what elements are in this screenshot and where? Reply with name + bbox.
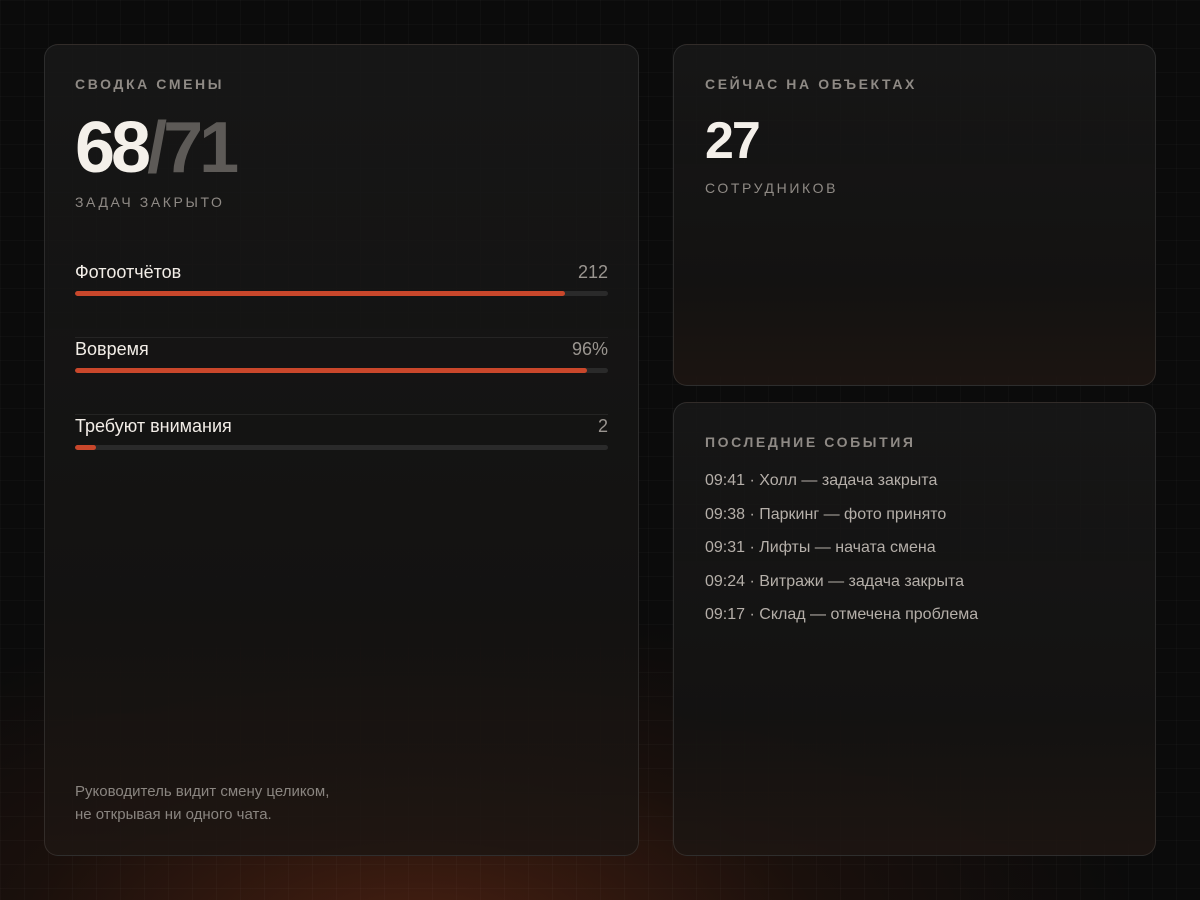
progress-fill [75,445,97,450]
shift-summary-title: СВОДКА СМЕНЫ [75,76,225,92]
tasks-separator: / [147,108,167,188]
onsite-staff-card: СЕЙЧАС НА ОБЪЕКТАХ 27 СОТРУДНИКОВ [673,44,1156,386]
tasks-done-value: 68 [75,108,151,188]
onsite-caption: СОТРУДНИКОВ [705,180,839,196]
progress-fill [75,368,587,373]
onsite-title: СЕЙЧАС НА ОБЪЕКТАХ [705,76,917,92]
events-title: ПОСЛЕДНИЕ СОБЫТИЯ [705,434,916,450]
recent-events-card: ПОСЛЕДНИЕ СОБЫТИЯ 09:41 · Холл — задача … [673,402,1156,856]
shift-summary-card: СВОДКА СМЕНЫ 68/71 ЗАДАЧ ЗАКРЫТО Фотоотч… [44,44,639,856]
event-item: 09:17 · Склад — отмечена проблема [705,606,979,623]
metric-value: 212 [577,262,608,282]
progress-track [75,291,608,296]
metric-on-time: Вовремя 96% [75,338,608,415]
onsite-count: 27 [705,112,761,170]
metric-photo-reports: Фотоотчётов 212 [75,261,608,338]
tasks-total-value: 71 [163,108,239,188]
progress-fill [75,291,566,296]
metrics-list: Фотоотчётов 212 Вовремя 96% Требуют вним… [75,261,608,492]
tasks-closed-caption: ЗАДАЧ ЗАКРЫТО [75,194,225,210]
summary-footnote: Руководитель видит смену целиком, не отк… [75,780,329,826]
progress-track [75,368,608,373]
event-item: 09:24 · Витражи — задача закрыта [705,572,964,590]
metric-label: Фотоотчётов [75,262,182,282]
event-item: 09:41 · Холл — задача закрыта [705,472,938,489]
metric-needs-attention: Требуют внимания 2 [75,415,608,492]
tasks-closed-counter: 68/71 [75,111,608,187]
event-item: 09:31 · Лифты — начата смена [705,539,936,556]
progress-track [75,445,608,450]
metric-value: 96% [571,339,608,359]
event-item: 09:38 · Паркинг — фото принято [705,505,947,523]
footnote-line: не открывая ни одного чата. [75,806,272,823]
metric-label: Требуют внимания [75,416,232,436]
events-list: 09:41 · Холл — задача закрыта 09:38 · Па… [705,471,1125,625]
footnote-line: Руководитель видит смену целиком, [75,783,330,800]
metric-value: 2 [597,416,608,436]
metric-label: Вовремя [75,339,149,359]
